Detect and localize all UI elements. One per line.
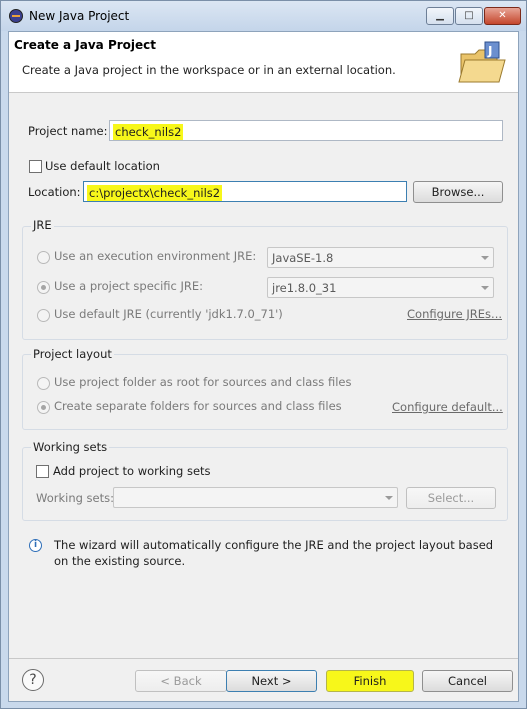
- maximize-button[interactable]: □: [455, 7, 483, 25]
- jre-default-label: Use default JRE (currently 'jdk1.7.0_71'…: [54, 307, 283, 321]
- window-title: New Java Project: [29, 9, 130, 23]
- close-button[interactable]: ✕: [484, 7, 521, 25]
- jre-env-label: Use an execution environment JRE:: [54, 249, 257, 263]
- jre-env-radio[interactable]: [37, 251, 50, 264]
- finish-button[interactable]: Finish: [326, 670, 414, 692]
- svg-text:J: J: [487, 44, 492, 58]
- location-label: Location:: [28, 185, 81, 199]
- jre-env-select[interactable]: JavaSE-1.8: [267, 247, 494, 268]
- back-button[interactable]: < Back: [135, 670, 227, 692]
- jre-specific-select[interactable]: jre1.8.0_31: [267, 277, 494, 298]
- project-name-label: Project name:: [28, 124, 108, 138]
- project-name-value: check_nils2: [113, 124, 184, 140]
- cancel-button[interactable]: Cancel: [422, 670, 513, 692]
- add-to-working-sets-label: Add project to working sets: [53, 464, 211, 478]
- layout-separate-radio[interactable]: [37, 401, 50, 414]
- working-sets-select[interactable]: [113, 487, 398, 508]
- layout-root-label: Use project folder as root for sources a…: [54, 375, 352, 389]
- use-default-location-checkbox[interactable]: [29, 160, 42, 173]
- project-name-input[interactable]: check_nils2: [109, 120, 503, 141]
- footer-separator: [9, 658, 518, 659]
- layout-separate-label: Create separate folders for sources and …: [54, 399, 342, 413]
- jre-env-value: JavaSE-1.8: [272, 251, 334, 265]
- project-layout-group: [22, 354, 508, 430]
- jre-specific-radio[interactable]: [37, 281, 50, 294]
- add-to-working-sets-checkbox[interactable]: [36, 465, 49, 478]
- use-default-location-label: Use default location: [45, 159, 160, 173]
- help-icon[interactable]: ?: [22, 669, 44, 691]
- chevron-down-icon: [481, 256, 489, 260]
- jre-specific-label: Use a project specific JRE:: [54, 279, 204, 293]
- project-layout-title: Project layout: [31, 347, 114, 361]
- jre-group-title: JRE: [31, 218, 54, 232]
- working-sets-label: Working sets:: [36, 491, 115, 505]
- layout-root-radio[interactable]: [37, 377, 50, 390]
- chevron-down-icon: [481, 286, 489, 290]
- working-sets-group: [22, 447, 508, 521]
- info-message: The wizard will automatically configure …: [54, 538, 494, 568]
- java-project-folder-icon: J: [458, 41, 506, 83]
- page-description: Create a Java project in the workspace o…: [22, 63, 396, 77]
- jre-default-radio[interactable]: [37, 309, 50, 322]
- eclipse-icon: [9, 9, 23, 23]
- title-bar: New Java Project ▁ □ ✕: [1, 1, 526, 31]
- working-sets-title: Working sets: [31, 440, 110, 454]
- location-input[interactable]: c:\projectx\check_nils2: [83, 181, 407, 202]
- configure-default-link[interactable]: Configure default...: [392, 400, 503, 414]
- next-button[interactable]: Next >: [226, 670, 317, 692]
- select-working-sets-button[interactable]: Select...: [406, 487, 496, 509]
- minimize-button[interactable]: ▁: [426, 7, 454, 25]
- wizard-client: Create a Java Project Create a Java proj…: [8, 31, 519, 702]
- configure-jres-link[interactable]: Configure JREs...: [407, 307, 502, 321]
- wizard-banner: Create a Java Project Create a Java proj…: [9, 32, 518, 93]
- wizard-window: New Java Project ▁ □ ✕ Create a Java Pro…: [0, 0, 527, 709]
- browse-button[interactable]: Browse...: [413, 181, 503, 203]
- info-icon: i: [29, 539, 42, 552]
- chevron-down-icon: [385, 496, 393, 500]
- jre-specific-value: jre1.8.0_31: [272, 281, 337, 295]
- location-value: c:\projectx\check_nils2: [87, 185, 223, 201]
- page-title: Create a Java Project: [14, 38, 157, 52]
